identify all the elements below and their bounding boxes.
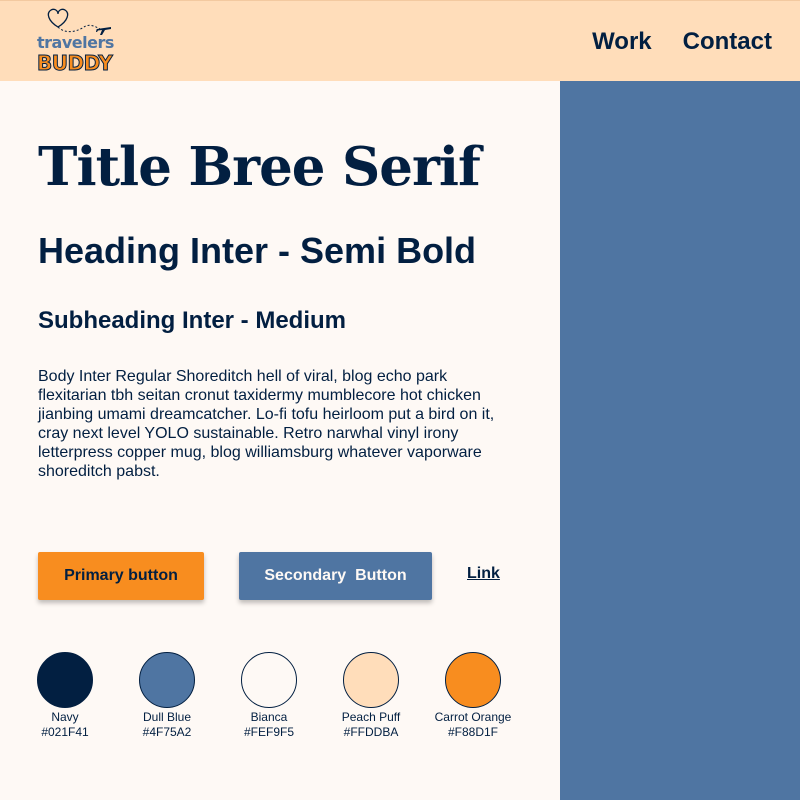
- heading-sample: Heading Inter - Semi Bold: [38, 230, 477, 271]
- swatch-hex: #FFDDBA: [343, 725, 399, 739]
- side-panel: [560, 81, 800, 800]
- swatch-hex: #FEF9F5: [243, 725, 294, 739]
- swatch-name: Dull Blue: [142, 710, 192, 724]
- swatch-dull-blue: Dull Blue #4F75A2: [116, 652, 218, 740]
- swatch-name: Bianca: [250, 710, 288, 724]
- logo-text-travelers: travelers: [37, 33, 114, 52]
- main-nav: Work Contact: [592, 28, 772, 56]
- header: travelers BUDDY Work Contact: [0, 0, 800, 81]
- subheading-sample: Subheading Inter - Medium: [38, 307, 347, 334]
- swatch-name: Peach Puff: [341, 710, 401, 724]
- swatch-circle: [445, 652, 501, 708]
- nav-link-contact[interactable]: Contact: [683, 28, 772, 56]
- swatch-bianca: Bianca #FEF9F5: [218, 652, 320, 740]
- swatch-hex: #4F75A2: [142, 725, 192, 739]
- swatch-circle: [241, 652, 297, 708]
- logo-text-buddy: BUDDY: [36, 51, 113, 76]
- primary-button[interactable]: Primary button: [38, 552, 204, 600]
- color-palette: Navy #021F41 Dull Blue #4F75A2 Bianca #F…: [14, 652, 524, 752]
- page-title: Title Bree Serif: [38, 136, 481, 198]
- swatch-carrot-orange: Carrot Orange #F88D1F: [422, 652, 524, 740]
- swatch-circle: [37, 652, 93, 708]
- body-text-sample: Body Inter Regular Shoreditch hell of vi…: [38, 368, 495, 480]
- logo[interactable]: travelers BUDDY: [34, 5, 116, 77]
- swatch-navy: Navy #021F41: [14, 652, 116, 740]
- swatch-circle: [343, 652, 399, 708]
- swatch-peach-puff: Peach Puff #FFDDBA: [320, 652, 422, 740]
- swatch-name: Carrot Orange: [434, 710, 512, 724]
- swatch-name: Navy: [51, 710, 79, 724]
- swatch-hex: #F88D1F: [447, 725, 499, 739]
- swatch-circle: [139, 652, 195, 708]
- sample-link[interactable]: Link: [467, 565, 500, 583]
- nav-link-work[interactable]: Work: [592, 28, 652, 56]
- swatch-hex: #021F41: [41, 725, 89, 739]
- secondary-button[interactable]: Secondary Button: [239, 552, 432, 600]
